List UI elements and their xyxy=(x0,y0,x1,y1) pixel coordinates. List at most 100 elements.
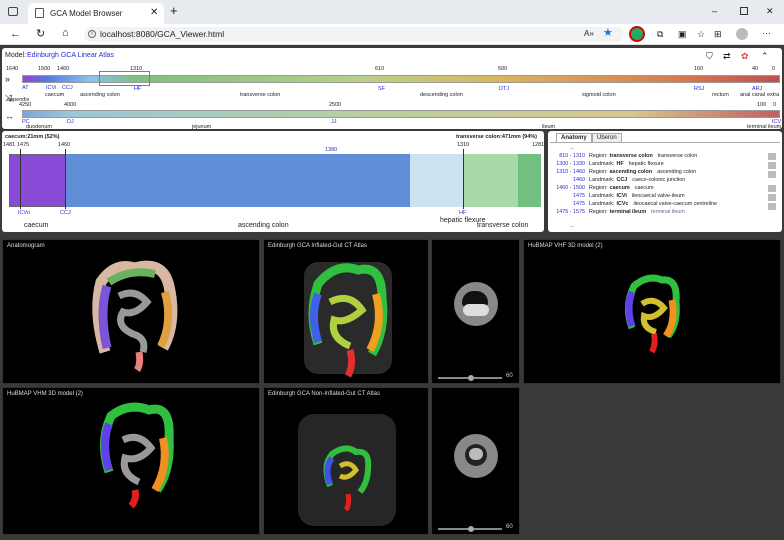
favorite-star-icon[interactable]: ★ xyxy=(603,28,613,39)
color-wheel-icon[interactable]: ✿ xyxy=(741,51,749,61)
row-range: 1475 - 1575 xyxy=(556,209,585,215)
viewport-title: Anatomogram xyxy=(7,243,45,249)
info-row[interactable]: 1310 - 1460 Region: ascending colon ascendi… xyxy=(551,169,696,175)
favorites-icon[interactable]: ☆ xyxy=(697,29,705,39)
shield-icon[interactable]: ⛉ xyxy=(706,51,713,61)
url-text: localhost:8080/GCA_Viewer.html xyxy=(100,29,225,39)
row-button[interactable] xyxy=(768,171,776,178)
info-icon[interactable]: i xyxy=(88,30,96,38)
info-row-ellipsis: ... xyxy=(570,145,575,151)
url-field[interactable]: i localhost:8080/GCA_Viewer.html xyxy=(84,27,624,42)
detail-landmark-hf[interactable]: HF xyxy=(459,210,466,216)
inflated-ct-model xyxy=(304,262,392,378)
info-row[interactable]: 1475 - 1575 Region: terminal ileum terminal… xyxy=(551,209,685,215)
expand-icon[interactable]: » xyxy=(5,74,10,84)
collections-icon[interactable]: ⊞ xyxy=(714,29,722,39)
detail-track-panel: caecum:21mm (52%) transverse colon:471mm… xyxy=(2,131,544,232)
split-icon[interactable]: ▣ xyxy=(678,29,687,39)
slice-slider-knob[interactable] xyxy=(468,375,474,381)
row-kind: Landmark: xyxy=(589,193,615,199)
extension-icon[interactable] xyxy=(629,26,645,42)
detail-tick-1380[interactable]: 1380 xyxy=(325,147,337,153)
info-row[interactable]: 1460 - 1500 Region: caecum caecum xyxy=(551,185,653,191)
plus-icon[interactable]: + xyxy=(170,4,178,17)
viewport-title: Edinburgh GCA Inflated-Gut CT Atlas xyxy=(268,243,367,249)
resize-icon[interactable]: ↔ xyxy=(5,111,14,121)
tab-anatomy[interactable]: Anatomy xyxy=(556,133,592,142)
row-button[interactable] xyxy=(768,153,776,160)
vhf-viewport[interactable]: HuBMAP VHF 3D model (2) xyxy=(523,239,781,384)
profile-icon[interactable] xyxy=(736,28,748,40)
detail-ascending-segment[interactable] xyxy=(66,154,410,207)
minimize-icon[interactable]: – xyxy=(712,6,717,16)
row-range: 1460 xyxy=(573,177,585,183)
tick-1460: 1460 xyxy=(57,66,70,72)
region-descending-colon: descending colon xyxy=(420,92,463,98)
collapse-icon[interactable]: ⌃ xyxy=(761,51,769,61)
back-icon[interactable]: ← xyxy=(10,29,21,40)
row-kind: Landmark: xyxy=(589,161,615,167)
detail-transverse-segment[interactable] xyxy=(464,154,518,207)
detail-landmark-ccj[interactable]: CCJ xyxy=(60,210,71,216)
region-duodenum: duodenum xyxy=(26,124,52,130)
refresh-icon[interactable]: ↻ xyxy=(36,29,45,40)
detail-tick-1281: 1281 xyxy=(532,142,545,148)
detail-caecum-segment[interactable] xyxy=(9,154,66,207)
landmark-dtj[interactable]: DTJ xyxy=(499,86,509,92)
vhf-model xyxy=(625,274,680,354)
close-window-icon[interactable]: ✕ xyxy=(766,6,774,16)
extensions-icon[interactable]: ⧉ xyxy=(657,29,663,39)
slice-slider-knob[interactable] xyxy=(468,526,474,532)
close-icon[interactable]: ✕ xyxy=(150,7,158,18)
landmark-hf[interactable]: HF xyxy=(134,86,141,92)
noninflated-ct-slice-viewport[interactable]: 60 xyxy=(431,387,520,535)
read-aloud-icon[interactable]: A» xyxy=(584,29,594,39)
landmark-ccj-small[interactable]: CCJ xyxy=(62,85,73,91)
page-favicon xyxy=(35,8,44,18)
row-button[interactable] xyxy=(768,194,776,201)
home-icon[interactable]: ⌂ xyxy=(62,28,69,39)
inflated-ct-viewport[interactable]: Edinburgh GCA Inflated-Gut CT Atlas xyxy=(263,239,429,384)
info-row[interactable]: 1300 - 1330 Landmark: HF hepatic flexure xyxy=(551,161,664,167)
info-row[interactable]: 1460 Landmark: CCJ caeco-colonic junction xyxy=(551,177,685,183)
row-desc: terminal ileum xyxy=(651,209,685,215)
vhm-viewport[interactable]: HuBMAP VHM 3D model (2) xyxy=(2,387,260,535)
row-range: 1475 xyxy=(573,201,585,207)
detail-landmark-icvo[interactable]: ICVo xyxy=(18,210,30,216)
noninflated-ct-viewport[interactable]: Edinburgh GCA Non-Inflated-Gut CT Atlas xyxy=(263,387,429,535)
small-intestine-track[interactable] xyxy=(22,110,780,118)
maximize-icon[interactable] xyxy=(740,7,748,15)
tick-160: 160 xyxy=(694,66,704,72)
info-row[interactable]: 1475 Landmark: ICVi ileocaecal valve-ileum xyxy=(551,193,685,199)
landmark-jj[interactable]: JJ xyxy=(331,119,337,125)
slice-value: 60 xyxy=(506,524,513,530)
info-tab-underline xyxy=(550,142,780,143)
landmark-at[interactable]: AT xyxy=(22,85,29,91)
row-button[interactable] xyxy=(768,203,776,210)
info-row[interactable]: 810 - 1310 Region: transverse colon transve… xyxy=(551,153,697,159)
region-ileum: ileum xyxy=(542,124,556,130)
tab-actions-icon[interactable] xyxy=(8,7,18,16)
inflated-ct-slice-viewport[interactable]: 60 xyxy=(431,239,520,384)
viewport-title: HuBMAP VHM 3D model (2) xyxy=(7,391,83,397)
region-rectum: rectum xyxy=(712,92,729,98)
detail-transverse-end[interactable] xyxy=(518,154,541,207)
info-row[interactable]: 1475 Landmark: ICVc ileocaecal valve-caecum… xyxy=(551,201,717,207)
landmark-icvi[interactable]: ICVi xyxy=(46,85,56,91)
swap-icon[interactable]: ⇄ xyxy=(723,51,731,61)
landmark-sf[interactable]: SF xyxy=(378,86,385,92)
track-highlight[interactable] xyxy=(99,71,150,86)
ct-slice-image xyxy=(454,434,498,478)
browser-tab[interactable]: GCA Model Browser ✕ xyxy=(28,3,164,24)
row-button[interactable] xyxy=(768,185,776,192)
landmark-rsj[interactable]: RSJ xyxy=(694,86,704,92)
row-name: HF xyxy=(616,161,624,167)
row-button[interactable] xyxy=(768,162,776,169)
anatomogram-viewport[interactable]: Anatomogram xyxy=(2,239,260,384)
model-name[interactable]: Edinburgh GCA Linear Atlas xyxy=(27,52,114,59)
more-icon[interactable]: ··· xyxy=(762,28,771,38)
detail-hepatic-segment[interactable] xyxy=(410,154,464,207)
row-kind: Region: xyxy=(589,185,608,191)
landmark-dj[interactable]: DJ xyxy=(67,119,74,125)
row-name: transverse colon xyxy=(609,153,653,159)
